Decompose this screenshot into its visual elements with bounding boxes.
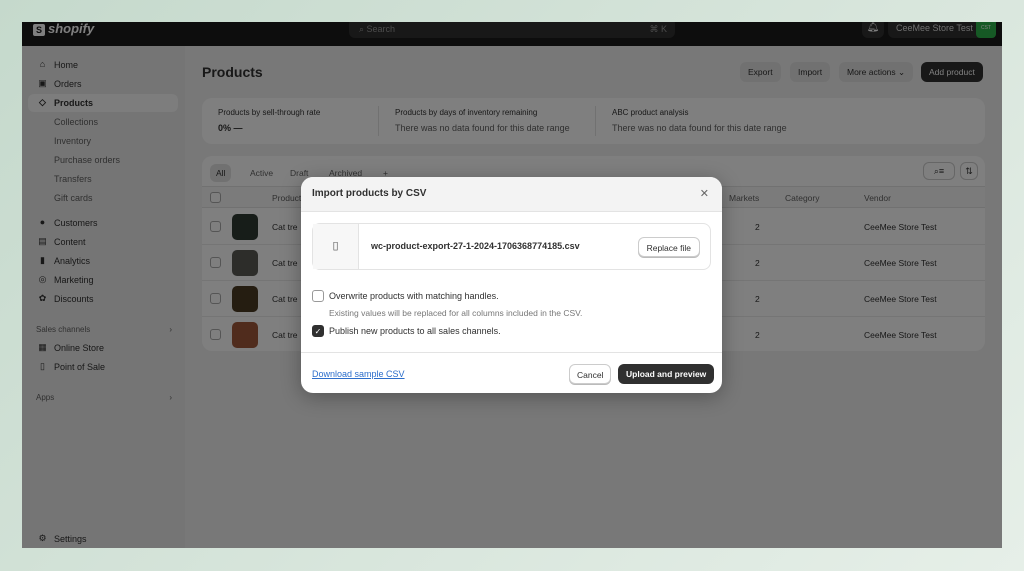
modal-title: Import products by CSV <box>312 188 427 199</box>
overwrite-help-text: Existing values will be replaced for all… <box>329 308 583 318</box>
file-dropzone[interactable]: ▯ wc-product-export-27-1-2024-1706368774… <box>312 223 711 270</box>
publish-checkbox[interactable]: ✓ <box>312 325 324 337</box>
overwrite-label[interactable]: Overwrite products with matching handles… <box>329 291 499 301</box>
modal-footer: Download sample CSV Cancel Upload and pr… <box>301 352 722 393</box>
upload-and-preview-button[interactable]: Upload and preview <box>618 364 715 384</box>
replace-file-button[interactable]: Replace file <box>637 237 700 257</box>
close-icon[interactable]: ✕ <box>700 187 709 200</box>
modal-header: Import products by CSV ✕ <box>301 177 722 212</box>
cancel-button[interactable]: Cancel <box>569 364 612 384</box>
import-csv-modal: Import products by CSV ✕ ▯ wc-product-exp… <box>301 177 722 393</box>
file-icon: ▯ <box>313 224 359 269</box>
file-name: wc-product-export-27-1-2024-170636877418… <box>371 241 580 251</box>
publish-label[interactable]: Publish new products to all sales channe… <box>329 326 501 336</box>
download-sample-csv-link[interactable]: Download sample CSV <box>312 369 405 379</box>
overwrite-checkbox[interactable] <box>312 290 324 302</box>
